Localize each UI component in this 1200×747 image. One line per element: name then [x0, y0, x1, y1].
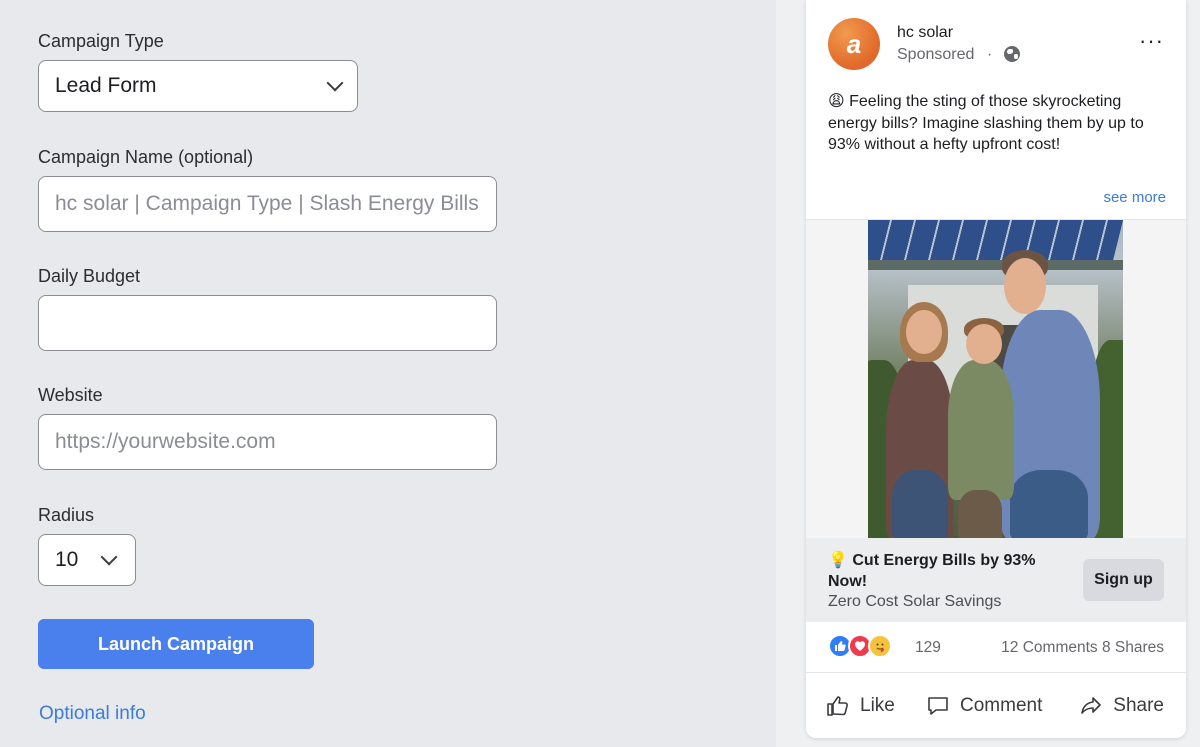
campaign-type-label: Campaign Type	[38, 31, 164, 51]
campaign-form: Campaign Type Lead Form Campaign Name (o…	[0, 0, 776, 747]
comments-shares-count[interactable]: 12 Comments 8 Shares	[1001, 639, 1164, 657]
share-button[interactable]: Share	[1079, 692, 1164, 720]
ad-card: a hc solar Sponsored · ··· 😩 Feeling the…	[806, 0, 1186, 738]
person-head	[906, 310, 942, 354]
website-input[interactable]: https://yourwebsite.com	[38, 414, 497, 470]
care-reaction-icon	[868, 634, 892, 658]
ad-image-container	[806, 219, 1186, 539]
person-figure	[1010, 470, 1088, 539]
daily-budget-label: Daily Budget	[38, 266, 141, 286]
website-placeholder: https://yourwebsite.com	[55, 430, 276, 453]
solar-panels-graphic	[868, 220, 1123, 260]
cta-subtitle: Zero Cost Solar Savings	[828, 593, 1002, 610]
page-avatar[interactable]: a	[828, 18, 880, 70]
ad-photo[interactable]	[868, 220, 1123, 539]
radius-value: 10	[55, 548, 79, 571]
campaign-name-label: Campaign Name (optional)	[38, 147, 254, 167]
reactions-summary[interactable]	[828, 634, 918, 662]
launch-campaign-button[interactable]: Launch Campaign	[38, 619, 314, 669]
person-figure	[958, 490, 1002, 539]
cta-bar[interactable]: 💡 Cut Energy Bills by 93% Now! Zero Cost…	[806, 538, 1186, 622]
sponsored-separator: ·	[986, 46, 993, 63]
person-head	[966, 324, 1002, 364]
avatar-logo: a	[846, 28, 862, 59]
see-more-link[interactable]: see more	[1103, 189, 1166, 206]
comment-label: Comment	[960, 695, 1043, 716]
thumbs-up-icon	[827, 696, 848, 716]
like-label: Like	[860, 695, 895, 716]
ad-preview-panel: a hc solar Sponsored · ··· 😩 Feeling the…	[776, 0, 1200, 747]
divider	[806, 672, 1186, 673]
website-label: Website	[38, 385, 103, 405]
like-button[interactable]: Like	[826, 692, 895, 720]
ad-body-text: 😩 Feeling the sting of those skyrocketin…	[828, 93, 1144, 153]
chevron-down-icon	[326, 74, 344, 92]
campaign-type-select[interactable]: Lead Form	[38, 60, 358, 112]
daily-budget-input[interactable]	[38, 295, 497, 351]
optional-info-link[interactable]: Optional info	[39, 703, 146, 725]
radius-label: Radius	[38, 505, 95, 525]
comment-button[interactable]: Comment	[926, 692, 1042, 720]
campaign-name-placeholder: hc solar | Campaign Type | Slash Energy …	[55, 192, 479, 215]
comment-bubble-icon	[928, 697, 948, 715]
roof-graphic	[868, 260, 1123, 270]
sign-up-button[interactable]: Sign up	[1083, 559, 1164, 601]
page-name[interactable]: hc solar	[897, 24, 953, 42]
reaction-count: 129	[915, 639, 941, 656]
campaign-type-value: Lead Form	[55, 74, 157, 97]
chevron-down-icon	[100, 548, 118, 566]
globe-icon	[1004, 46, 1020, 62]
person-figure	[948, 360, 1014, 500]
sponsored-text: Sponsored	[897, 46, 975, 63]
share-label: Share	[1113, 695, 1164, 716]
cta-headline: 💡 Cut Energy Bills by 93% Now!	[828, 552, 1036, 590]
radius-select[interactable]: 10	[38, 534, 136, 586]
more-options-icon[interactable]: ···	[1139, 30, 1164, 52]
person-head	[1004, 258, 1046, 314]
share-arrow-icon	[1081, 697, 1102, 714]
campaign-name-input[interactable]: hc solar | Campaign Type | Slash Energy …	[38, 176, 497, 232]
person-figure	[892, 470, 948, 539]
sponsored-label: Sponsored ·	[897, 46, 992, 64]
